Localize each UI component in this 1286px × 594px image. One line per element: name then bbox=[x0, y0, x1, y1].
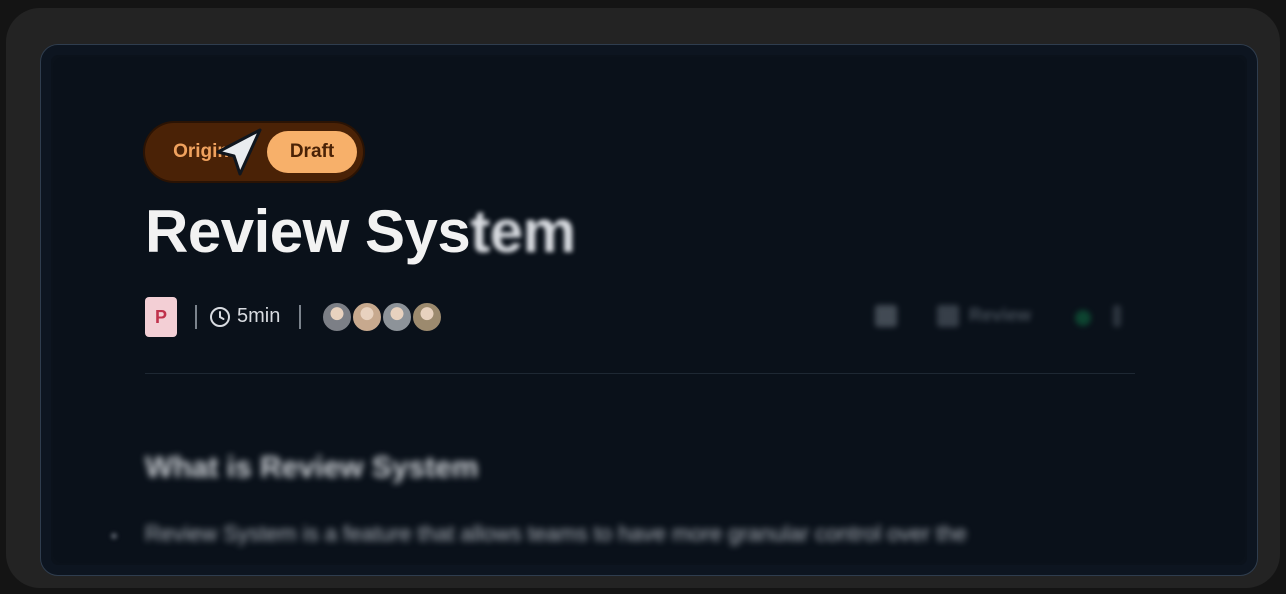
preview-frame: Original Draft Review System P 5min Revi… bbox=[40, 44, 1258, 576]
clock-icon bbox=[210, 307, 230, 327]
section-paragraph: Review System is a feature that allows t… bbox=[145, 521, 967, 546]
review-icon[interactable] bbox=[937, 305, 959, 327]
app-window: Original Draft Review System P 5min Revi… bbox=[6, 8, 1280, 588]
avatar[interactable] bbox=[381, 301, 413, 333]
meta-separator bbox=[195, 305, 197, 329]
avatar[interactable] bbox=[351, 301, 383, 333]
reading-time: 5min bbox=[237, 305, 281, 327]
document-type-badge: P bbox=[145, 297, 177, 337]
more-options-icon[interactable] bbox=[1113, 305, 1121, 327]
title-blurred-text: tem bbox=[470, 198, 576, 265]
section-heading: What is Review System bbox=[145, 451, 479, 484]
status-dot-icon bbox=[1075, 310, 1091, 326]
mouse-pointer-icon bbox=[216, 128, 262, 176]
title-sharp-text: Review Sys bbox=[145, 198, 471, 265]
toggle-draft-option[interactable]: Draft bbox=[267, 131, 357, 173]
divider bbox=[145, 373, 1135, 374]
document-meta-bar: P 5min Review bbox=[145, 297, 1145, 337]
avatar[interactable] bbox=[321, 301, 353, 333]
avatar[interactable] bbox=[411, 301, 443, 333]
review-button[interactable]: Review bbox=[969, 305, 1031, 326]
meta-separator bbox=[299, 305, 301, 329]
bullet-icon bbox=[111, 533, 117, 539]
edit-icon[interactable] bbox=[875, 305, 897, 327]
page-title: Review System bbox=[145, 197, 576, 266]
